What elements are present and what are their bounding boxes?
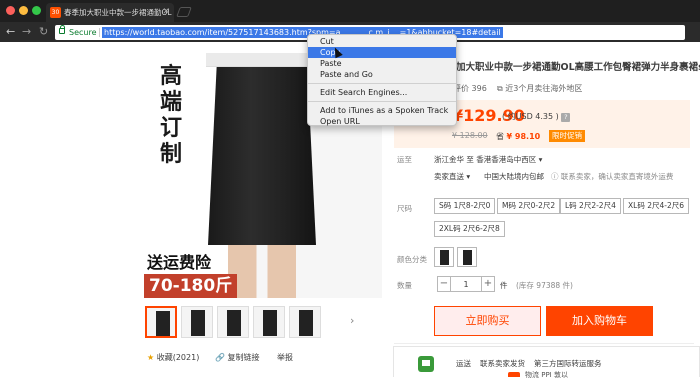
contact-seller-ship[interactable]: 联系卖家发货 xyxy=(480,358,525,369)
minimize-window-button[interactable] xyxy=(19,6,28,15)
thumbnail-skirt-icon xyxy=(156,311,170,336)
thumbnail-3[interactable] xyxy=(217,306,249,338)
shipping-insurance-badge: 送运费险 xyxy=(144,252,215,274)
blouse-shape xyxy=(206,53,320,67)
size-option-s[interactable]: S码 1尺8-2尺0 xyxy=(434,198,496,214)
menu-item-paste[interactable]: Paste xyxy=(308,58,456,69)
reviews-count[interactable]: 396 xyxy=(472,84,487,93)
image-vertical-title: 高端订制 xyxy=(159,63,182,167)
intl-forwarding[interactable]: 第三方国际转运服务 xyxy=(534,358,602,369)
save-amount: ¥ 98.10 xyxy=(506,132,541,141)
quantity-unit: 件 xyxy=(500,281,508,290)
product-title: 事季加大职业中款一步裙通勤OL高腰工作包臀裙弹力半身裹裙skirt xyxy=(437,62,700,73)
reload-icon[interactable]: ↻ xyxy=(39,24,48,40)
original-price: ¥ 128.00 xyxy=(452,131,488,140)
close-window-button[interactable] xyxy=(6,6,15,15)
help-icon[interactable]: ? xyxy=(561,113,571,122)
context-menu: Cut Copy Paste Paste and Go Edit Search … xyxy=(307,34,457,126)
domestic-free-shipping: 中国大陆境内包邮 xyxy=(484,172,544,181)
seller-contact-note[interactable]: ⓘ 联系卖家，确认卖家直寄境外运费 xyxy=(551,171,673,182)
buy-now-button[interactable]: 立即购买 xyxy=(434,306,541,336)
favorite-button[interactable]: ★ 收藏(2021) xyxy=(147,352,199,364)
thumbnail-skirt-icon xyxy=(191,310,205,336)
thumbnail-skirt-icon xyxy=(299,310,313,336)
tab-close-icon[interactable]: ✕ xyxy=(162,3,170,22)
new-tab-button[interactable] xyxy=(176,7,192,17)
thumbnail-1[interactable] xyxy=(145,306,177,338)
save-prefix: 省 xyxy=(496,132,504,141)
secure-label: Secure xyxy=(69,28,97,37)
seller-direct-dropdown[interactable]: 卖家直送 ▾ xyxy=(434,171,470,182)
usd-label: ( 约USD 4.35 ) xyxy=(502,112,559,121)
menu-separator xyxy=(308,101,456,102)
promo-badge: 限时促销 xyxy=(549,130,585,142)
add-to-cart-button[interactable]: 加入购物车 xyxy=(546,306,653,336)
size-option-m[interactable]: M码 2尺0-2尺2 xyxy=(497,198,561,214)
menu-item-open-url[interactable]: Open URL xyxy=(308,116,456,127)
product-stats: 累计评价 396 ⧉ 近3个月卖往海外地区 xyxy=(437,83,582,94)
thumbnail-5[interactable] xyxy=(289,306,321,338)
favorite-label: 收藏(2021) xyxy=(156,353,200,362)
shipping-title: 运送 xyxy=(456,359,471,368)
size-option-2xl[interactable]: 2XL码 2尺6-2尺8 xyxy=(434,221,505,237)
menu-item-edit-search-engines[interactable]: Edit Search Engines... xyxy=(308,87,456,98)
quantity-input[interactable] xyxy=(451,276,481,292)
report-link[interactable]: 举报 xyxy=(277,352,293,364)
size-option-l[interactable]: L码 2尺2-2尺4 xyxy=(560,198,621,214)
tab-title: 春季加大职业中款一步裙通勤OL xyxy=(64,8,172,17)
quantity-minus-button[interactable]: − xyxy=(437,276,451,292)
legs-shape xyxy=(228,245,296,298)
quantity-label: 数量 xyxy=(397,281,412,290)
ship-to-label: 运至 xyxy=(397,155,412,164)
size-option-xl[interactable]: XL码 2尺4-2尺6 xyxy=(623,198,689,214)
sales-region: 近3个月卖往海外地区 xyxy=(505,84,583,93)
color-swatch-2[interactable] xyxy=(457,247,477,267)
maximize-window-button[interactable] xyxy=(32,6,41,15)
lock-icon xyxy=(59,25,65,34)
swatch-skirt-icon xyxy=(440,250,449,265)
link-icon: 🔗 xyxy=(215,353,225,362)
menu-item-paste-and-go[interactable]: Paste and Go xyxy=(308,69,456,80)
savings: 省 ¥ 98.10 xyxy=(496,131,540,142)
section-divider xyxy=(394,343,694,344)
color-label: 颜色分类 xyxy=(397,255,427,264)
quantity-plus-button[interactable]: + xyxy=(481,276,495,292)
swatch-skirt-icon xyxy=(463,250,472,265)
weight-range-badge: 70-180斤 xyxy=(144,274,238,298)
truck-icon xyxy=(418,356,434,372)
back-arrow-icon[interactable]: ← xyxy=(6,24,15,40)
ship-destination[interactable]: 浙江金华 至 香港香港岛中西区 ▾ xyxy=(434,154,542,165)
thumbnail-4[interactable] xyxy=(253,306,285,338)
menu-item-cut[interactable]: Cut xyxy=(308,36,456,47)
address-separator xyxy=(99,28,100,37)
menu-item-add-to-itunes[interactable]: Add to iTunes as a Spoken Track xyxy=(308,105,456,116)
taobao-favicon-icon: 30 xyxy=(50,7,61,18)
share-button[interactable]: 🔗 复制链接 xyxy=(215,352,260,364)
stock-count: (库存 97388 件) xyxy=(516,281,573,290)
thumbnail-2[interactable] xyxy=(181,306,213,338)
forward-arrow-icon[interactable]: → xyxy=(22,24,31,40)
skirt-shape xyxy=(208,67,316,245)
color-swatch-1[interactable] xyxy=(434,247,454,267)
usd-price: ( 约USD 4.35 ) ? xyxy=(502,111,571,122)
menu-separator xyxy=(308,83,456,84)
star-icon: ★ xyxy=(147,353,155,362)
browser-tab[interactable]: 30 春季加大职业中款一步裙通勤OL ✕ xyxy=(46,3,174,22)
browser-titlebar: 30 春季加大职业中款一步裙通勤OL ✕ xyxy=(0,0,700,22)
size-label: 尺码 xyxy=(397,204,412,213)
shipping-sub: 物流 PPI 敦以 xyxy=(525,371,568,379)
logistics-icon xyxy=(508,372,520,377)
package-icon: ⧉ xyxy=(497,84,503,93)
thumbnail-skirt-icon xyxy=(227,310,241,336)
thumbnail-skirt-icon xyxy=(263,310,277,336)
thumbnail-next-icon[interactable]: › xyxy=(350,314,354,327)
share-label: 复制链接 xyxy=(227,353,260,362)
